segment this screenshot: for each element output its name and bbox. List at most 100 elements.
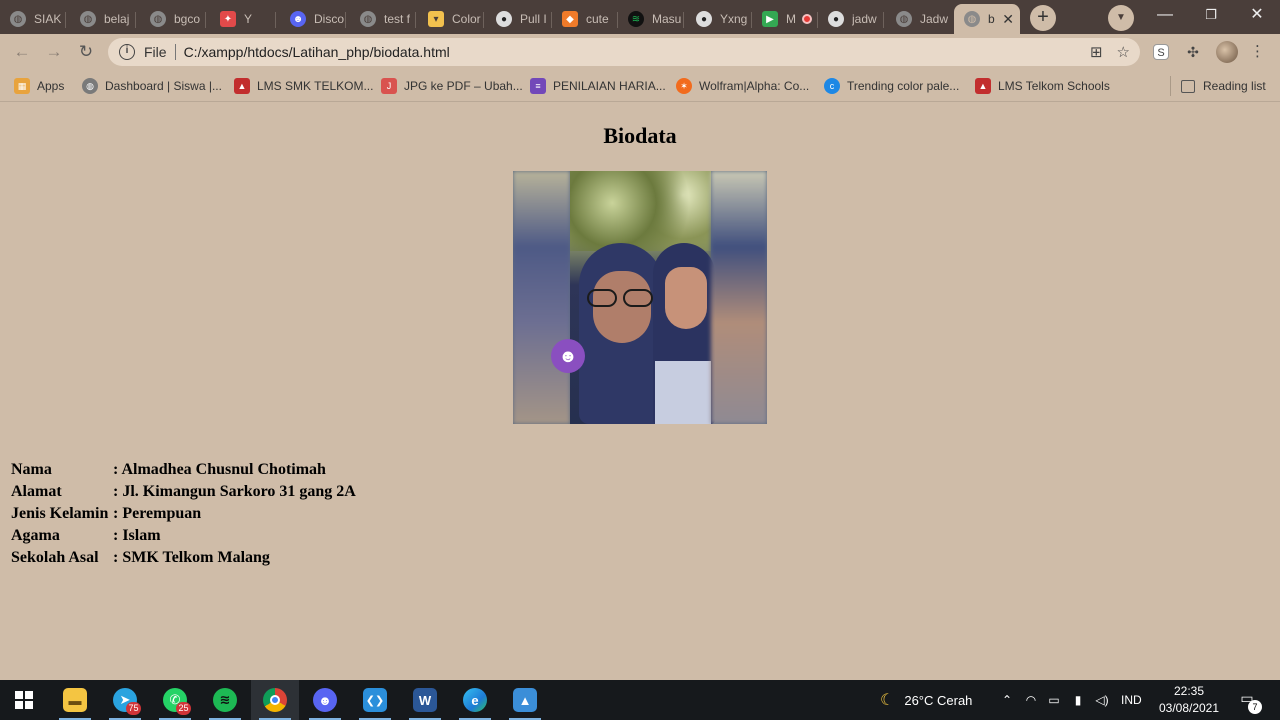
taskbar-file-explorer[interactable]: ▬ (51, 680, 99, 720)
taskbar-word[interactable]: W (401, 680, 449, 720)
tab-siak[interactable]: ◍ SIAK (0, 4, 66, 34)
tab-test[interactable]: ◍ test f (350, 4, 416, 34)
forward-button[interactable]: → (42, 40, 66, 64)
biodata-table: Nama : Almadhea Chusnul Chotimah Alamat : … (11, 459, 356, 569)
restore-button[interactable]: ❐ (1188, 0, 1234, 32)
globe-icon: ◍ (10, 11, 26, 27)
reading-list-button[interactable]: Reading list (1170, 76, 1266, 96)
language-indicator[interactable]: IND (1121, 680, 1142, 720)
taskbar-chrome[interactable] (251, 680, 299, 720)
taskbar-telegram[interactable]: ➤ 75 (101, 680, 149, 720)
battery-icon[interactable]: ▭ (1046, 692, 1062, 708)
tab-bgco[interactable]: ◍ bgco (140, 4, 206, 34)
discord-icon: ☻ (313, 688, 337, 712)
notification-center-button[interactable]: ▭ 7 (1236, 690, 1262, 714)
discord-icon: ☻ (290, 11, 306, 27)
tab-yxng[interactable]: ● Yxng (686, 4, 752, 34)
address-bar[interactable]: i File C:/xampp/htdocs/Latihan_php/bioda… (108, 38, 1140, 66)
globe-icon: ◍ (964, 11, 980, 27)
field-value: : Perempuan (113, 505, 202, 522)
address-scheme: File (144, 44, 167, 60)
translate-icon[interactable]: ⊞ (1090, 43, 1103, 61)
tab-jadw-github[interactable]: ● jadw (818, 4, 884, 34)
back-button[interactable]: ← (10, 40, 34, 64)
bookmark-dashboard[interactable]: ◍ Dashboard | Siswa |... (82, 76, 222, 96)
tab-color[interactable]: ▾ Color (418, 4, 484, 34)
github-icon: ● (828, 11, 844, 27)
extensions-puzzle-icon[interactable]: ✣ (1183, 42, 1203, 62)
field-label: Jenis Kelamin (11, 505, 109, 522)
close-tab-icon[interactable]: ✕ (1002, 11, 1014, 28)
extension-s-icon[interactable]: S (1153, 44, 1169, 60)
globe-icon: ◍ (82, 78, 98, 94)
table-row: Nama : Almadhea Chusnul Chotimah (11, 459, 356, 481)
tab-discord[interactable]: ☻ Disco (280, 4, 346, 34)
tab-y[interactable]: ✦ Y (210, 4, 276, 34)
field-label: Nama (11, 461, 52, 478)
word-icon: W (413, 688, 437, 712)
minimize-button[interactable]: — (1142, 0, 1188, 32)
tab-search-icon[interactable]: ▼ (1108, 5, 1134, 31)
address-divider (174, 44, 176, 60)
telegram-badge: 75 (126, 702, 141, 715)
volume-icon[interactable]: ◁) (1094, 692, 1110, 708)
bookmark-jpg-pdf[interactable]: J JPG ke PDF – Ubah... (381, 76, 523, 96)
notification-count: 7 (1248, 700, 1262, 714)
info-icon[interactable]: i (119, 44, 135, 60)
taskbar-spotify[interactable]: ≋ (201, 680, 249, 720)
bookmark-lms-smk[interactable]: ▲ LMS SMK TELKOM... (234, 76, 373, 96)
network-icon[interactable]: ◠ (1023, 692, 1039, 708)
taskbar-whatsapp[interactable]: ✆ 25 (151, 680, 199, 720)
tab-pull[interactable]: ● Pull I (486, 4, 552, 34)
clock[interactable]: 22:35 03/08/2021 (1150, 683, 1228, 717)
profile-avatar[interactable] (1216, 41, 1238, 63)
bookmark-color-palettes[interactable]: c Trending color pale... (824, 76, 959, 96)
globe-icon: ◍ (150, 11, 166, 27)
field-value: : SMK Telkom Malang (113, 549, 270, 566)
tab-masu[interactable]: ≋ Masu (618, 4, 684, 34)
page-title: Biodata (603, 123, 677, 148)
address-url[interactable]: C:/xampp/htdocs/Latihan_php/biodata.html (184, 44, 450, 60)
wolfram-icon: ✶ (676, 78, 692, 94)
microphone-icon[interactable]: ▮ (1070, 692, 1086, 708)
taskbar-edge[interactable]: e (451, 680, 499, 720)
new-tab-button[interactable]: + (1030, 5, 1056, 31)
clock-time: 22:35 (1173, 684, 1205, 698)
rocket-icon: ✦ (220, 11, 236, 27)
globe-icon: ◍ (80, 11, 96, 27)
field-value: : Jl. Kimangun Sarkoro 31 gang 2A (113, 483, 356, 500)
weather-widget[interactable]: ☾ 26°C Cerah (880, 680, 972, 720)
menu-kebab-icon[interactable]: ⋮ (1250, 42, 1265, 60)
bookmark-penilaian[interactable]: ≡ PENILAIAN HARIA... (530, 76, 666, 96)
github-icon: ● (696, 11, 712, 27)
tab-strip: ◍ SIAK ◍ belaj ◍ bgco ✦ Y ☻ Disco ◍ test f ▾ Co… (0, 0, 1280, 34)
show-hidden-icons[interactable]: ⌃ (999, 692, 1015, 708)
table-row: Alamat : Jl. Kimangun Sarkoro 31 gang 2A (11, 481, 356, 503)
field-value: : Almadhea Chusnul Chotimah (113, 461, 326, 478)
lms-logo-icon: ▲ (975, 78, 991, 94)
bookmark-wolfram[interactable]: ✶ Wolfram|Alpha: Co... (676, 76, 809, 96)
spotify-icon: ≋ (628, 11, 644, 27)
tab-belaj[interactable]: ◍ belaj (70, 4, 136, 34)
field-label: Alamat (11, 483, 62, 500)
taskbar-discord[interactable]: ☻ (301, 680, 349, 720)
start-button[interactable] (0, 680, 48, 720)
table-row: Jenis Kelamin: Perempuan (11, 503, 356, 525)
jpg-pdf-icon: J (381, 78, 397, 94)
close-window-button[interactable]: ✕ (1234, 0, 1280, 32)
bookmark-lms-telkom[interactable]: ▲ LMS Telkom Schools (975, 76, 1110, 96)
browser-toolbar: ← → ↻ i File C:/xampp/htdocs/Latihan_php… (0, 34, 1280, 70)
tab-cute[interactable]: ◆ cute (552, 4, 618, 34)
edge-icon: e (463, 688, 487, 712)
weather-text: 26°C Cerah (904, 692, 973, 708)
taskbar-photos[interactable]: ▲ (501, 680, 549, 720)
bookmark-star-icon[interactable]: ☆ (1117, 43, 1130, 61)
tab-meet[interactable]: ▶ M (752, 4, 818, 34)
tab-biodata[interactable]: ◍ b ✕ (954, 4, 1020, 34)
reload-button[interactable]: ↻ (74, 40, 98, 64)
bookmark-apps[interactable]: ▦ Apps (14, 76, 64, 96)
tab-jadw[interactable]: ◍ Jadw (886, 4, 952, 34)
github-icon: ● (496, 11, 512, 27)
field-value: : Islam (113, 527, 161, 544)
taskbar-vscode[interactable]: ❮❯ (351, 680, 399, 720)
